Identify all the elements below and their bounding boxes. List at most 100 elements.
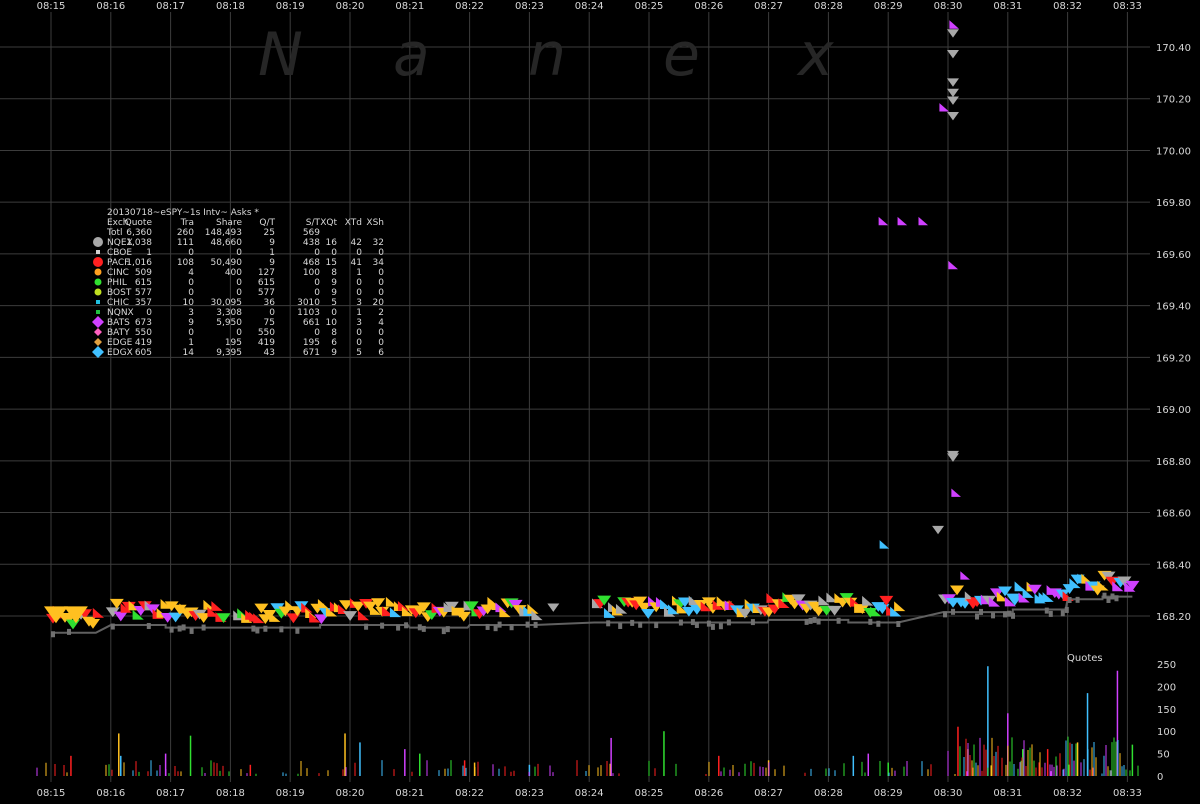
price-tick-label: 168.60 [1156,509,1191,520]
spike-ask-marker [951,488,961,497]
ask-marker [286,613,301,624]
legend-row-cell: 41 [351,258,362,268]
bid-bar [1003,611,1008,618]
legend-row-cell: 14 [183,348,195,358]
legend: 20130718~eSPY~1s Intv~ Asks *ExchQuote Tr… [92,208,384,358]
price-tick-label: 169.40 [1156,302,1191,313]
legend-header-cell: XTd [345,218,362,228]
legend-row-cell: 0 [236,248,242,258]
x-tick-label-top: 08:24 [575,1,604,12]
bid-bar [67,628,71,635]
legend-row-cell: 577 [135,288,152,298]
bid-bar [943,611,948,618]
legend-marker [92,316,104,328]
legend-row-cell: 9 [331,278,337,288]
spike-ask-marker [949,20,959,29]
legend-marker [94,338,102,346]
price-tick-label: 169.20 [1156,353,1191,364]
bid-bar [1110,593,1115,600]
legend-header-cell: Share [216,218,242,228]
legend-row-cell: 9,395 [216,348,242,358]
legend-row-cell: 2 [378,308,384,318]
bid-bar [868,618,873,625]
spike-ask-marker [946,49,959,59]
legend-total-cell: Totl [106,228,123,238]
legend-row-cell: 34 [373,258,385,268]
bid-bar [991,612,996,619]
x-tick-label-bottom: 08:29 [874,788,903,799]
ask-marker [950,585,965,596]
price-tick-label: 168.20 [1156,612,1191,623]
legend-row-cell: EDGE [107,338,133,348]
legend-row-cell: 5 [356,348,362,358]
legend-row-cell: 1 [356,268,362,278]
bid-bar [808,617,813,624]
ask-marker [456,611,471,622]
legend-row-cell: 0 [314,248,320,258]
price-tick-label: 168.40 [1156,560,1191,571]
legend-row-cell: 0 [269,308,275,318]
x-tick-label-top: 08:27 [754,1,783,12]
volume-tick-label: 250 [1157,660,1176,671]
x-tick-label-bottom: 08:16 [96,788,125,799]
bid-bar [638,621,643,628]
bid-bar [804,618,809,625]
legend-row-cell: 6 [378,348,384,358]
legend-row-cell: 32 [373,238,384,248]
x-tick-label-bottom: 08:19 [276,788,305,799]
bid-bar [1048,610,1053,617]
legend-row-cell: 0 [378,328,384,338]
legend-row-cell: PHIL [107,278,127,288]
bid-bar [509,624,514,631]
bid-bar [1007,610,1012,617]
legend-row-cell: 0 [188,328,194,338]
x-tick-label-top: 08:18 [216,1,245,12]
ask-marker [531,610,543,621]
legend-row-cell: NQNX [107,308,134,318]
bid-bar [896,620,901,627]
spike-ask-marker [960,571,970,580]
legend-header-cell: XSh [366,218,384,228]
legend-row-cell: BATS [107,318,130,328]
x-tick-label-top: 08:22 [455,1,484,12]
spike-ask-marker [946,78,959,87]
legend-row-cell: 3010 [297,298,320,308]
bid-bar [750,619,755,626]
spike-ask-marker [897,216,908,226]
legend-row-cell: 5 [331,298,337,308]
spike-ask-marker [946,96,959,105]
x-tick-label-bottom: 08:21 [395,788,424,799]
bid-bar [706,620,711,627]
legend-row-cell: 3 [356,298,362,308]
legend-header-cell: Tra [180,218,194,228]
legend-row-cell: 108 [177,258,194,268]
legend-row-cell: 0 [331,308,337,318]
bid-bar [876,620,881,627]
legend-row-cell: 8 [331,328,337,338]
watermark-letter: n [528,20,566,90]
spike-ask-marker [946,88,959,98]
bid-bar [255,627,260,634]
legend-row-cell: 9 [269,258,275,268]
legend-row-cell: 0 [314,278,320,288]
legend-row-cell: 0 [236,288,242,298]
legend-row-cell: 3 [356,318,362,328]
price-tick-label: 170.00 [1156,146,1191,157]
legend-row-cell: 6 [331,338,337,348]
price-tick-label: 169.60 [1156,250,1191,261]
ask-marker [66,619,80,630]
x-tick-label-bottom: 08:17 [156,788,185,799]
legend-row-cell: 43 [264,348,275,358]
bid-bar [441,628,446,635]
legend-row-cell: 438 [303,238,320,248]
watermark-letter: a [393,20,430,90]
legend-row-cell: 0 [146,308,152,318]
legend-row-cell: 10 [326,318,338,328]
x-tick-label-top: 08:30 [934,1,963,12]
legend-row-cell: 3 [188,308,194,318]
bid-bar [816,618,821,625]
legend-row-cell: 1 [146,248,152,258]
legend-row-cell: 42 [351,238,362,248]
bid-bar [726,619,731,626]
watermark-letter: N [258,20,303,90]
